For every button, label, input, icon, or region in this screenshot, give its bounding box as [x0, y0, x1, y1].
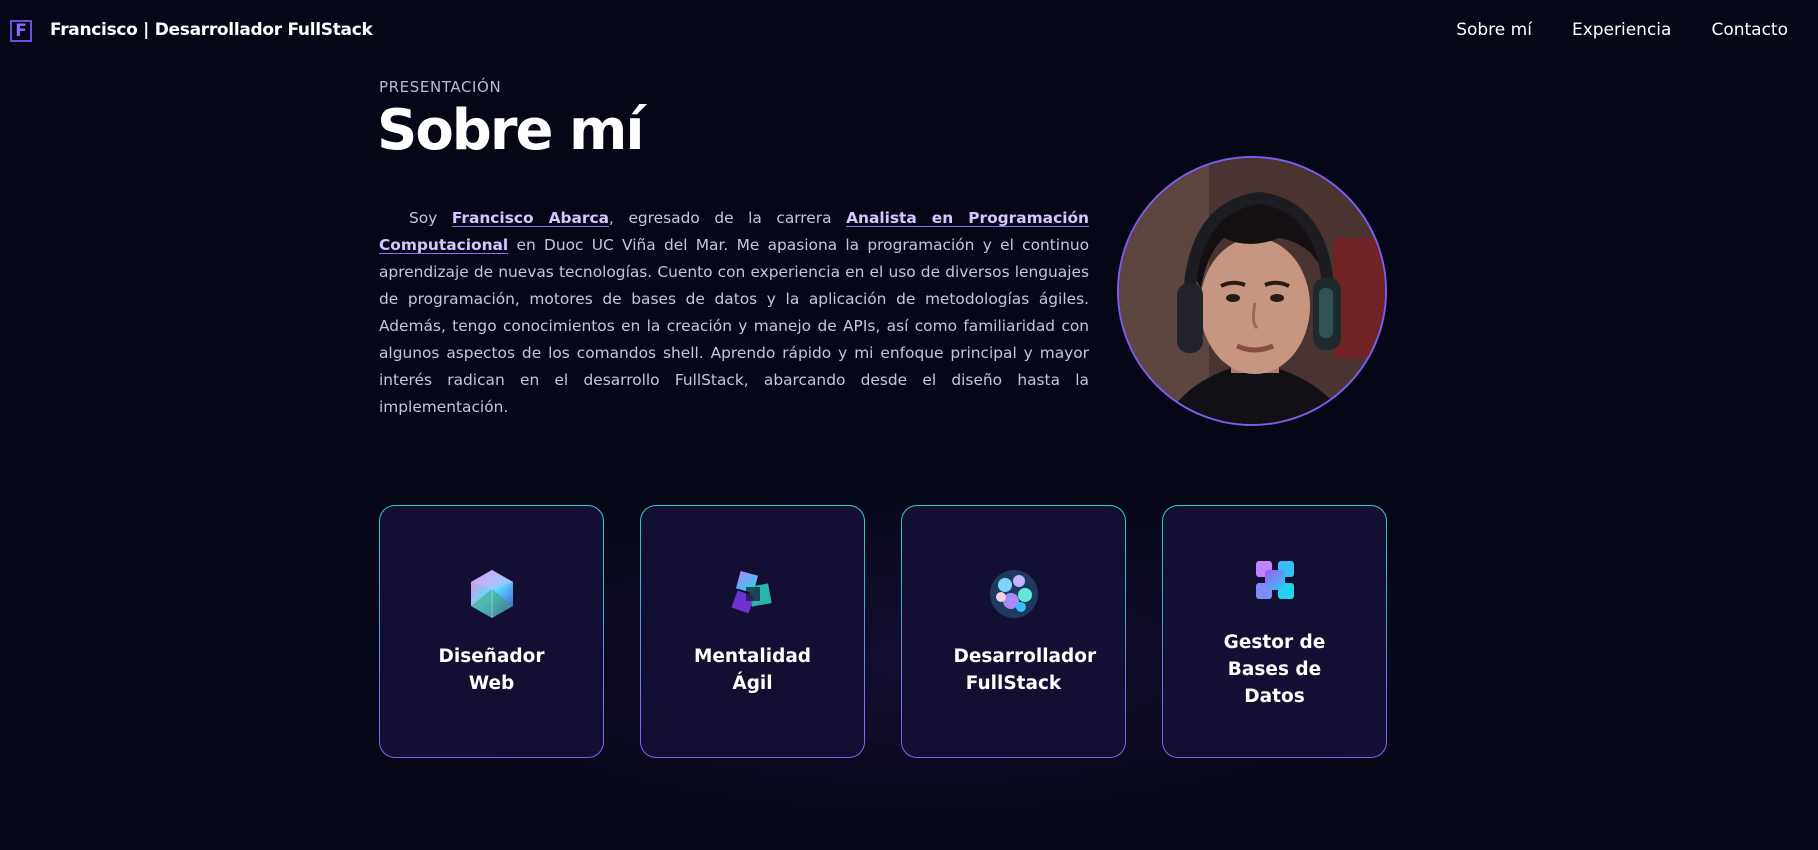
bio-intro: Soy [409, 209, 452, 227]
nav-link-experiencia[interactable]: Experiencia [1572, 20, 1672, 40]
bio-rest: en Duoc UC Viña del Mar. Me apasiona la … [379, 236, 1089, 416]
bio-mid: , egresado de la carrera [609, 209, 847, 227]
card-desarrollador-fullstack[interactable]: Desarrollador FullStack [901, 505, 1126, 758]
nav-link-contacto[interactable]: Contacto [1711, 20, 1788, 40]
logo-icon[interactable]: F [10, 20, 32, 42]
card-title: Gestor de Bases de Datos [1223, 632, 1326, 707]
card-title: Mentalidad Ágil [693, 645, 812, 694]
skills-cards: Diseñador Web Mentalidad Ágil Desarrolla… [379, 505, 1387, 758]
sphere-cluster-icon [989, 569, 1038, 618]
icosahedron-icon [470, 569, 513, 618]
avatar-portrait [1119, 158, 1385, 424]
card-disenador-web[interactable]: Diseñador Web [379, 505, 604, 758]
site-title[interactable]: Francisco | Desarrollador FullStack [50, 20, 373, 40]
top-navbar: F Francisco | Desarrollador FullStack So… [0, 0, 1818, 62]
avatar [1117, 156, 1387, 426]
card-title: Desarrollador FullStack [953, 645, 1097, 694]
cube-knot-icon [730, 570, 772, 614]
section-eyebrow: PRESENTACIÓN [379, 78, 502, 96]
bio-name-highlight: Francisco Abarca [451, 209, 609, 227]
card-gestor-bases-de-datos[interactable]: Gestor de Bases de Datos [1162, 505, 1387, 758]
main-nav: Sobre mí Experiencia Contacto [1456, 20, 1788, 40]
nav-link-sobre-mi[interactable]: Sobre mí [1456, 20, 1532, 40]
bio-paragraph: Soy Francisco Abarca, egresado de la car… [379, 205, 1089, 421]
card-title: Diseñador Web [438, 645, 545, 694]
cross-blocks-icon [1255, 561, 1294, 599]
page-title: Sobre mí [377, 98, 645, 163]
card-mentalidad-agil[interactable]: Mentalidad Ágil [640, 505, 865, 758]
